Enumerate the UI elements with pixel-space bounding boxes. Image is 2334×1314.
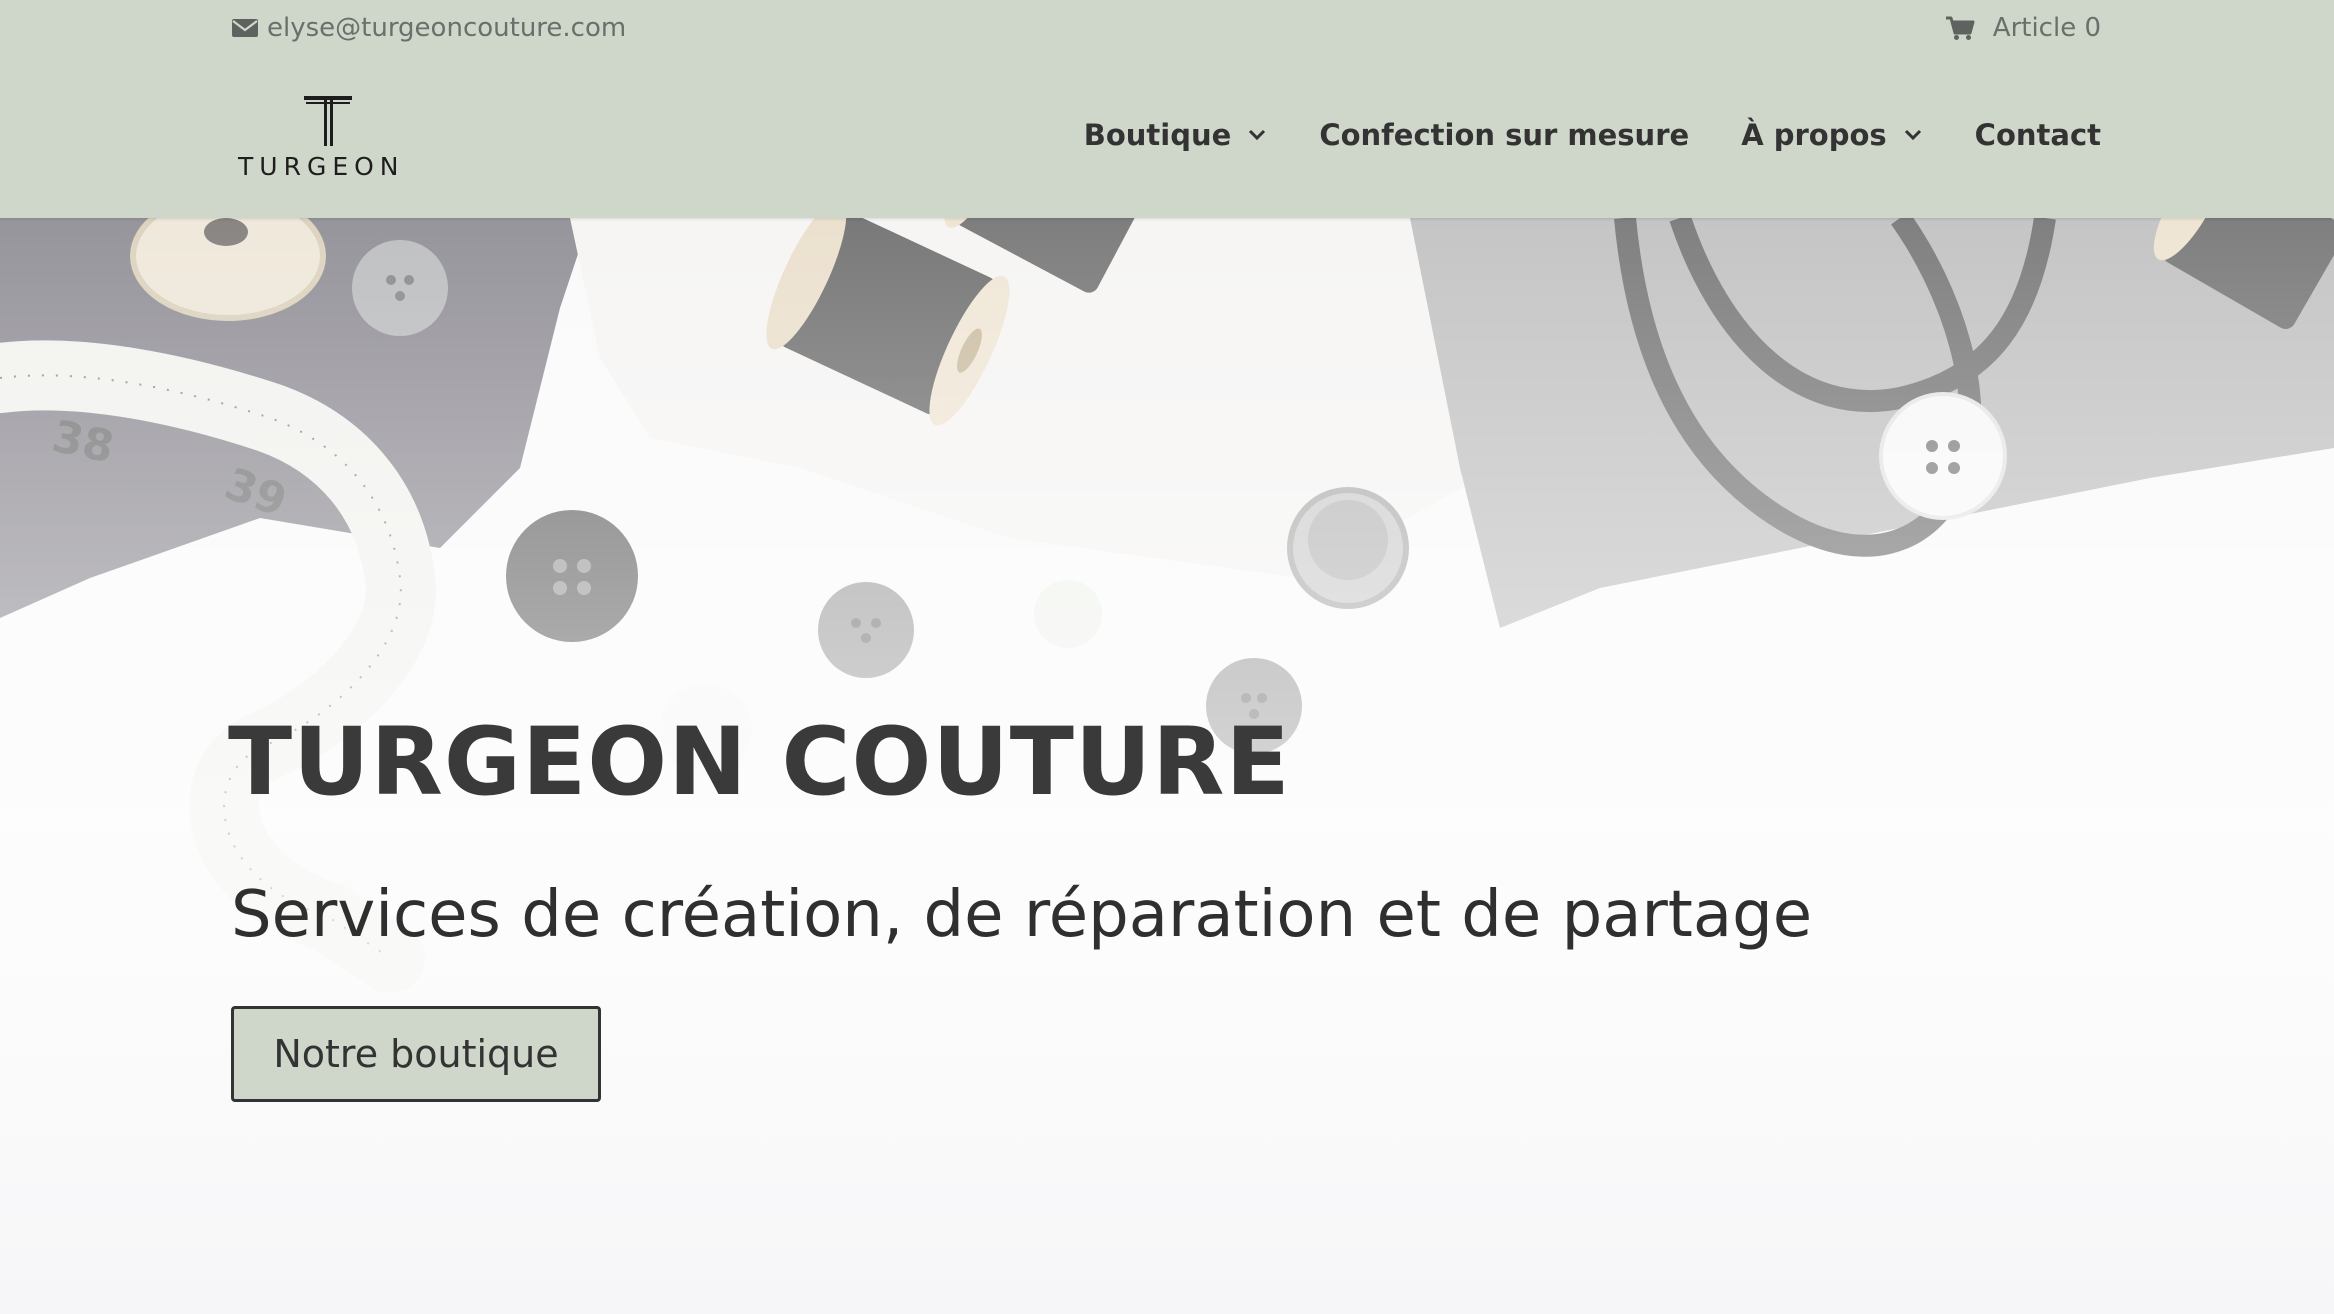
cart-label: Article 0	[1992, 13, 2101, 43]
cart-link[interactable]: Article 0	[1945, 10, 2101, 46]
nav-item-a-propos[interactable]: À propos	[1741, 118, 1922, 152]
nav-item-contact[interactable]: Contact	[1975, 118, 2101, 152]
shop-button[interactable]: Notre boutique	[231, 1006, 601, 1102]
topbar-email-text: elyse@turgeoncouture.com	[267, 13, 627, 43]
nav-item-confection[interactable]: Confection sur mesure	[1319, 118, 1689, 152]
hero-section: 38 39 TURGEON COUTURE Services de créati…	[0, 218, 2334, 1314]
nav-item-label: À propos	[1741, 118, 1887, 152]
hero-subtitle: Services de création, de réparation et d…	[231, 878, 1813, 952]
site-logo[interactable]: TURGEON	[236, 92, 420, 184]
nav-item-label: Contact	[1974, 118, 2101, 152]
nav-item-label: Confection sur mesure	[1319, 118, 1690, 152]
nav-item-boutique[interactable]: Boutique	[1084, 118, 1268, 152]
shopping-cart-icon	[1945, 16, 1975, 40]
main-navigation: Boutique Confection sur mesure À propos …	[1032, 118, 2101, 152]
topbar-email-link[interactable]: elyse@turgeoncouture.com	[231, 10, 626, 46]
site-header: elyse@turgeoncouture.com Article 0 TURGE…	[0, 0, 2334, 218]
chevron-down-icon	[1249, 129, 1266, 141]
logo-monogram-icon	[304, 96, 352, 146]
hero-title: TURGEON COUTURE	[228, 708, 1291, 817]
chevron-down-icon	[1904, 129, 1921, 141]
envelope-icon	[232, 19, 258, 37]
logo-wordmark: TURGEON	[238, 152, 405, 181]
nav-item-label: Boutique	[1083, 118, 1232, 152]
